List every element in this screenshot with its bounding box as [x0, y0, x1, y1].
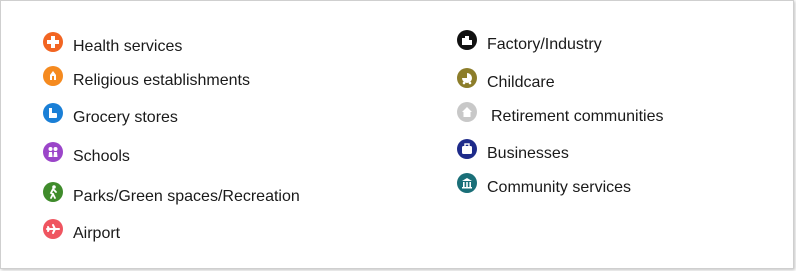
legend-label: Factory/Industry	[487, 36, 602, 53]
legend-item-factory-industry: Factory/Industry	[456, 29, 602, 53]
legend-label: Airport	[73, 225, 121, 242]
religious-icon	[42, 65, 64, 87]
legend-label: Schools	[73, 148, 130, 165]
community-icon	[456, 172, 478, 194]
legend-item-businesses: Businesses	[456, 138, 569, 162]
airport-icon	[42, 218, 64, 240]
legend-item-health-services: Health services	[42, 31, 183, 55]
legend-item-schools: Schools	[42, 141, 130, 165]
legend-label: Community services	[487, 179, 632, 196]
factory-icon	[456, 29, 478, 51]
retirement-icon	[456, 101, 478, 123]
map-legend: Health services Religious establishments…	[0, 0, 794, 269]
legend-label: Retirement communities	[491, 108, 664, 125]
legend-item-religious-establishments: Religious establishments	[42, 65, 250, 89]
legend-label: Businesses	[487, 145, 569, 162]
childcare-icon	[456, 67, 478, 89]
park-icon	[42, 181, 64, 203]
grocery-icon	[42, 102, 64, 124]
legend-label: Grocery stores	[73, 109, 178, 126]
legend-item-childcare: Childcare	[456, 67, 555, 91]
legend-item-grocery-stores: Grocery stores	[42, 102, 178, 126]
school-icon	[42, 141, 64, 163]
legend-item-community-services: Community services	[456, 172, 632, 196]
legend-label: Childcare	[487, 74, 555, 91]
legend-label: Religious establishments	[73, 72, 250, 89]
legend-item-airport: Airport	[42, 218, 121, 242]
business-icon	[456, 138, 478, 160]
health-cross-icon	[42, 31, 64, 53]
legend-item-parks-recreation: Parks/Green spaces/Recreation	[42, 181, 300, 205]
legend-label: Parks/Green spaces/Recreation	[73, 188, 300, 205]
legend-label: Health services	[73, 38, 183, 55]
legend-item-retirement-communities: Retirement communities	[456, 101, 664, 125]
